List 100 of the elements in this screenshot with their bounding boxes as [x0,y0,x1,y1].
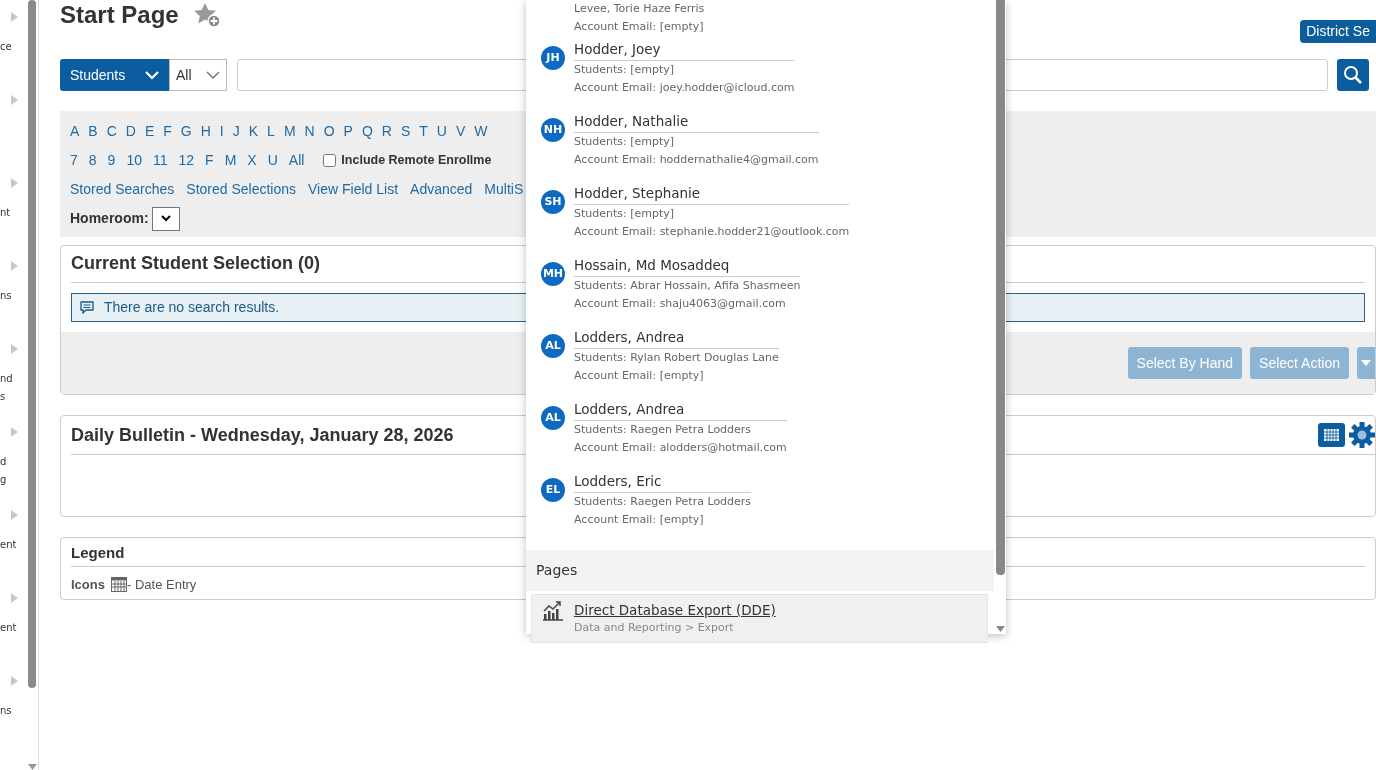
letter-link[interactable]: I [219,117,224,146]
search-link[interactable]: MultiS [484,175,524,204]
letter-link[interactable]: C [106,117,117,146]
grade-link[interactable]: 9 [107,146,116,175]
page-result[interactable]: Direct Database Export (DDE) Data and Reporting > Export [531,594,988,643]
district-button[interactable]: District Se [1300,20,1376,43]
star-add-icon[interactable] [192,2,221,28]
grade-link[interactable]: All [288,146,305,175]
search-link[interactable]: Stored Selections [186,175,297,204]
menu-item-text[interactable]: ns [0,702,27,720]
letter-link[interactable]: F [163,117,172,146]
contact-students: Students: [empty] [574,206,676,222]
expand-arrow-icon[interactable] [11,593,18,603]
grade-link[interactable]: F [205,146,214,175]
calendar-icon[interactable] [1318,423,1345,447]
contact-result[interactable]: AL Lodders, Andrea Students: Rylan Robert Douglas Lane Account Email: [empty] [526,328,994,400]
search-link[interactable]: Stored Searches [70,175,175,204]
page-link[interactable]: Direct Database Export (DDE) [574,601,776,620]
letter-link[interactable]: O [323,117,335,146]
letter-link[interactable]: Q [361,117,373,146]
expand-arrow-icon[interactable] [11,12,18,22]
letter-link[interactable]: W [474,117,488,146]
letter-link[interactable]: V [455,117,466,146]
remote-checkbox[interactable] [323,154,337,167]
filter-select[interactable]: All [169,59,227,91]
letter-link[interactable]: M [283,117,296,146]
avatar-circle: MH [541,262,565,286]
contact-result[interactable]: NH Hodder, Nathalie Students: [empty] Account Email: hoddernathalie4@gmail.com [526,112,994,184]
contact-name: Hossain, Md Mosaddeq [574,256,801,277]
chevron-down-icon [145,70,159,80]
contact-result[interactable]: AL Lodders, Andrea Students: Raegen Petra Lodders Account Email: alodders@hotmail.com [526,400,994,472]
letter-link[interactable]: B [88,117,98,146]
grade-link[interactable]: 11 [152,146,168,175]
letter-link[interactable]: S [400,117,411,146]
grade-link[interactable]: 7 [70,146,78,175]
letter-link[interactable]: D [125,117,136,146]
expand-arrow-icon[interactable] [11,510,18,520]
menu-item-text[interactable]: nt [0,204,27,222]
grade-link[interactable]: X [247,146,257,175]
more-button[interactable] [1357,347,1375,379]
menu-item-text[interactable]: s [0,388,27,406]
avatar-circle: NH [541,118,565,142]
scope-dropdown[interactable]: Students [60,59,169,91]
expand-arrow-icon[interactable] [11,427,18,437]
expand-arrow-icon[interactable] [11,344,18,354]
expand-arrow-icon[interactable] [11,178,18,188]
search-button[interactable] [1337,59,1369,91]
letter-link[interactable]: A [70,117,80,146]
homeroom-select[interactable] [151,206,180,231]
menu-item-text[interactable]: nd [0,370,27,388]
letter-link[interactable]: G [180,117,192,146]
letter-link[interactable]: K [248,117,259,146]
contact-result[interactable]: JH Hodder, Joey Students: [empty] Account Email: joey.hodder@icloud.com [526,40,994,112]
page-path: Data and Reporting > Export [574,620,735,636]
settings-icon[interactable] [1349,422,1375,448]
expand-arrow-icon[interactable] [11,95,18,105]
letter-link[interactable]: J [232,117,240,146]
contact-result[interactable]: SH Hodder, Stephanie Students: [empty] Account Email: stephanie.hodder21@outlook.com [526,184,994,256]
contact-result[interactable]: EL Lodders, Eric Students: Raegen Petra Lodders Account Email: [empty] [526,472,994,544]
letter-link[interactable]: N [304,117,315,146]
expand-arrow-icon[interactable] [11,676,18,686]
letter-link[interactable]: R [381,117,392,146]
letter-link[interactable]: P [343,117,353,146]
scrollbar[interactable] [995,0,1005,575]
grade-link[interactable]: M [224,146,237,175]
panel-title: Legend [71,544,125,561]
menu-item-text[interactable]: g [0,471,27,489]
grade-link[interactable]: U [267,146,278,175]
contact-students: Students: Rylan Robert Douglas Lane [574,350,779,366]
contact-result[interactable]: Levee, Torie Haze Ferris Account Email: [empty] [526,0,994,40]
scroll-down-icon[interactable] [27,764,37,770]
letter-link[interactable]: H [200,117,211,146]
menu-item-text[interactable]: ent [0,619,27,637]
letter-link[interactable]: T [419,117,428,146]
checkbox-label: Include Remote Enrollme [341,152,492,169]
grade-link[interactable]: 8 [88,146,97,175]
search-icon [1343,65,1363,85]
letter-link[interactable]: U [436,117,447,146]
grade-link[interactable]: 12 [178,146,195,175]
contact-students: Students: [empty] [574,134,676,150]
expand-arrow-icon[interactable] [11,261,18,271]
contact-name: Hodder, Stephanie [574,184,850,205]
menu-item-text[interactable]: d [0,453,27,471]
contact-students: Students: Raegen Petra Lodders [574,494,752,510]
contact-name: Lodders, Eric [574,472,752,493]
letter-link[interactable]: E [144,117,155,146]
contact-students: Students: [empty] [574,62,676,78]
menu-item-text[interactable]: ent [0,536,27,554]
grade-link[interactable]: 10 [126,146,142,175]
letter-link[interactable]: L [267,117,275,146]
search-link[interactable]: View Field List [308,175,399,204]
caret-icon [1361,360,1371,366]
contact-result[interactable]: MH Hossain, Md Mosaddeq Students: Abrar Hossain, Afifa Shasmeen Account Email: shaju4063@gmail.com [526,256,994,328]
scroll-down-icon[interactable] [995,626,1005,632]
chevron-down-icon [206,70,220,80]
menu-item-text[interactable]: ce [0,38,27,56]
scrollbar[interactable] [28,0,36,688]
menu-item-text[interactable]: ns [0,287,27,305]
search-link[interactable]: Advanced [410,175,473,204]
avatar-circle: JH [541,46,565,70]
